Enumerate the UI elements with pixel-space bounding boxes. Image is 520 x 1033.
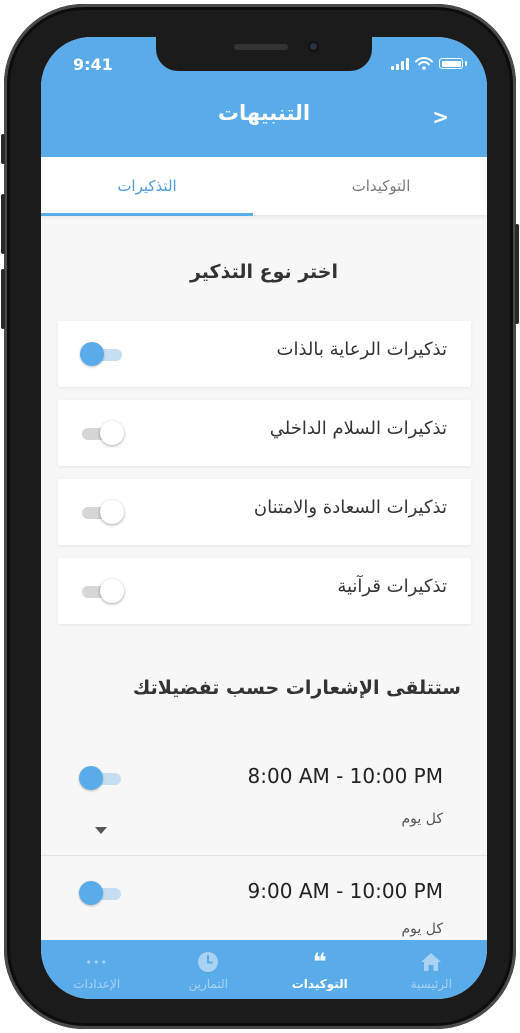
tabbar-item-affirmations[interactable]: ❝ التوكيدات — [264, 940, 376, 999]
schedule-toggle-2[interactable] — [79, 881, 123, 905]
self-care-toggle[interactable] — [80, 342, 124, 366]
schedule-title: ستتلقى الإشعارات حسب تفضيلاتك — [132, 677, 461, 699]
tab-strip: التوكيدات التذكيرات — [41, 157, 487, 216]
schedule-row: 9:00 AM - 10:00 PM كل يوم — [41, 863, 487, 943]
row-divider — [41, 855, 487, 856]
tabbar-label: الإعدادات — [73, 977, 121, 991]
status-icons — [391, 57, 467, 70]
reminder-label: تذكيرات السعادة والامتنان — [253, 497, 447, 518]
repeat-days: كل يوم — [401, 921, 443, 937]
active-tab-indicator — [41, 213, 253, 216]
bottom-tab-bar: ••• الإعدادات التمارين ❝ التوكيدات الرئي… — [41, 940, 487, 999]
repeat-days: كل يوم — [401, 811, 443, 827]
more-dots-icon: ••• — [85, 955, 108, 969]
reminder-label: تذكيرات قرآنية — [337, 576, 447, 597]
reminder-card-quran: تذكيرات قرآنية — [58, 558, 471, 624]
power-button — [515, 224, 519, 324]
tab-reminders[interactable]: التذكيرات — [41, 157, 253, 215]
mute-switch — [1, 134, 5, 164]
phone-frame: 9:41 التنبيهات > التوكيدات التذكيرات اخت… — [1, 4, 519, 1029]
tab-affirmations[interactable]: التوكيدات — [275, 157, 487, 215]
reminder-label: تذكيرات السلام الداخلي — [269, 418, 447, 439]
tabbar-item-exercises[interactable]: التمارين — [153, 940, 265, 999]
speaker — [234, 44, 288, 50]
quote-icon: ❝ — [312, 948, 327, 976]
quran-toggle[interactable] — [82, 579, 124, 603]
status-time: 9:41 — [73, 55, 113, 74]
volume-down-button — [1, 269, 5, 329]
signal-icon — [391, 57, 409, 70]
time-range: 9:00 AM - 10:00 PM — [247, 879, 443, 903]
home-icon — [420, 949, 442, 975]
tabbar-label: الرئيسية — [410, 977, 452, 991]
app-screen: 9:41 التنبيهات > التوكيدات التذكيرات اخت… — [41, 37, 487, 999]
wifi-icon — [415, 57, 433, 70]
reminder-card-self-care: تذكيرات الرعاية بالذات — [58, 321, 471, 387]
chevron-down-icon[interactable] — [95, 827, 107, 834]
reminder-type-title: اختر نوع التذكير — [189, 261, 339, 283]
battery-icon — [439, 58, 463, 69]
notch — [156, 37, 372, 71]
page-title: التنبيهات — [217, 101, 311, 125]
reminder-card-inner-peace: تذكيرات السلام الداخلي — [58, 400, 471, 466]
volume-up-button — [1, 194, 5, 254]
clock-icon — [197, 949, 219, 975]
tabbar-label: التوكيدات — [291, 977, 348, 991]
happiness-toggle[interactable] — [82, 500, 124, 524]
schedule-toggle-1[interactable] — [79, 766, 123, 790]
reminder-label: تذكيرات الرعاية بالذات — [276, 339, 447, 360]
tabbar-item-home[interactable]: الرئيسية — [376, 940, 488, 999]
inner-peace-toggle[interactable] — [82, 421, 124, 445]
reminder-card-happiness: تذكيرات السعادة والامتنان — [58, 479, 471, 545]
tabbar-label: التمارين — [188, 977, 228, 991]
battery-tip — [465, 61, 467, 66]
time-range: 8:00 AM - 10:00 PM — [247, 764, 443, 788]
schedule-row: 8:00 AM - 10:00 PM كل يوم — [41, 747, 487, 847]
tabbar-item-settings[interactable]: ••• الإعدادات — [41, 940, 153, 999]
chevron-right-icon[interactable]: > — [432, 105, 449, 129]
front-camera — [308, 41, 319, 52]
